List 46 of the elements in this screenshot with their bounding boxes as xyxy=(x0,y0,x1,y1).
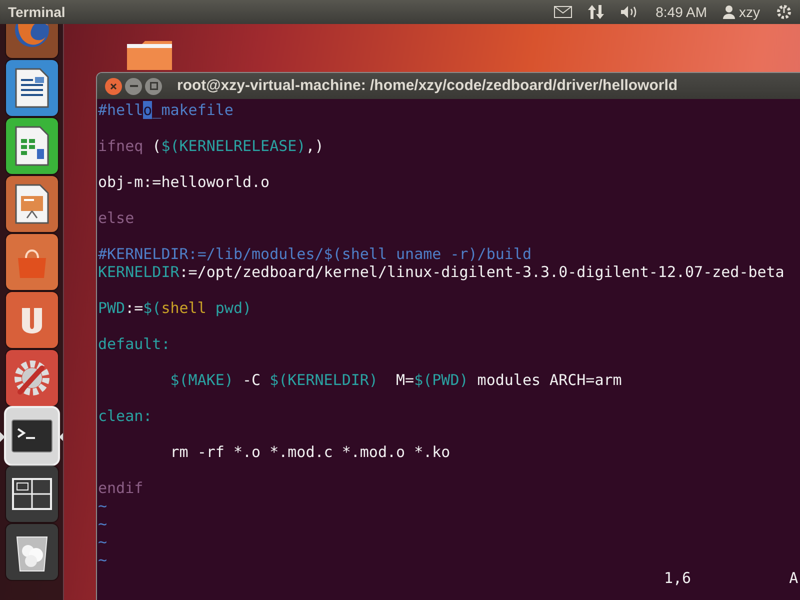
code-line: clean: xyxy=(98,407,152,425)
code-line: ~ xyxy=(98,497,108,515)
scroll-position: A xyxy=(789,569,798,587)
active-indicator xyxy=(58,432,63,442)
code-line: else xyxy=(98,209,134,227)
document-icon xyxy=(14,67,50,109)
launcher-item[interactable] xyxy=(6,176,58,232)
code-line: obj-m:=helloworld.o xyxy=(98,173,270,191)
gear-wrench-icon xyxy=(12,358,52,398)
code-line: #hello_makefile xyxy=(98,101,234,119)
workspaces-icon xyxy=(12,478,52,510)
power-gear-icon[interactable] xyxy=(776,4,792,20)
maximize-button[interactable] xyxy=(145,78,162,94)
launcher-item[interactable] xyxy=(6,524,58,580)
clock[interactable]: 8:49 AM xyxy=(656,2,707,22)
minimize-button[interactable] xyxy=(125,78,142,94)
user-icon[interactable] xyxy=(723,5,735,19)
code-line: PWD:=$(shell pwd) xyxy=(98,299,252,317)
cursor-position: 1,6 xyxy=(664,569,692,587)
code-line: endif xyxy=(98,479,144,497)
launcher-item[interactable] xyxy=(6,60,58,116)
terminal-icon xyxy=(10,419,52,453)
launcher-item[interactable] xyxy=(6,408,58,464)
launcher-item[interactable] xyxy=(6,466,58,522)
close-icon xyxy=(110,82,117,90)
user-name[interactable]: xzy xyxy=(739,2,760,22)
code-line: #KERNELDIR:=/lib/modules/$(shell uname -r)/build xyxy=(98,245,532,263)
spreadsheet-icon xyxy=(14,125,50,167)
maximize-icon xyxy=(150,82,158,90)
code-line: KERNELDIR:=/opt/zedboard/kernel/linux-digilent-3.3.0-digilent-12.07-zed-beta xyxy=(98,263,784,281)
presentation-icon xyxy=(14,183,50,225)
code-line: ~ xyxy=(98,551,108,569)
code-line: rm -rf *.o *.mod.c *.mod.o *.ko xyxy=(169,443,450,461)
network-arrows-icon[interactable] xyxy=(588,4,604,20)
code-line: $(MAKE) -C $(KERNELDIR) M=$(PWD) modules ARCH=arm xyxy=(169,371,622,389)
launcher-item[interactable] xyxy=(6,118,58,174)
code-line: ~ xyxy=(98,533,108,551)
code-line: ~ xyxy=(98,515,108,533)
window-title: root@xzy-virtual-machine: /home/xzy/code/zedboard/driver/helloworld xyxy=(177,76,678,96)
app-name: Terminal xyxy=(8,2,66,22)
folder-icon xyxy=(126,40,174,70)
mail-icon[interactable] xyxy=(554,6,572,18)
code-line: ifneq ($(KERNELRELEASE),) xyxy=(98,137,324,155)
code-line: default: xyxy=(98,335,170,353)
close-button[interactable] xyxy=(105,78,122,94)
minimize-icon xyxy=(130,85,138,87)
